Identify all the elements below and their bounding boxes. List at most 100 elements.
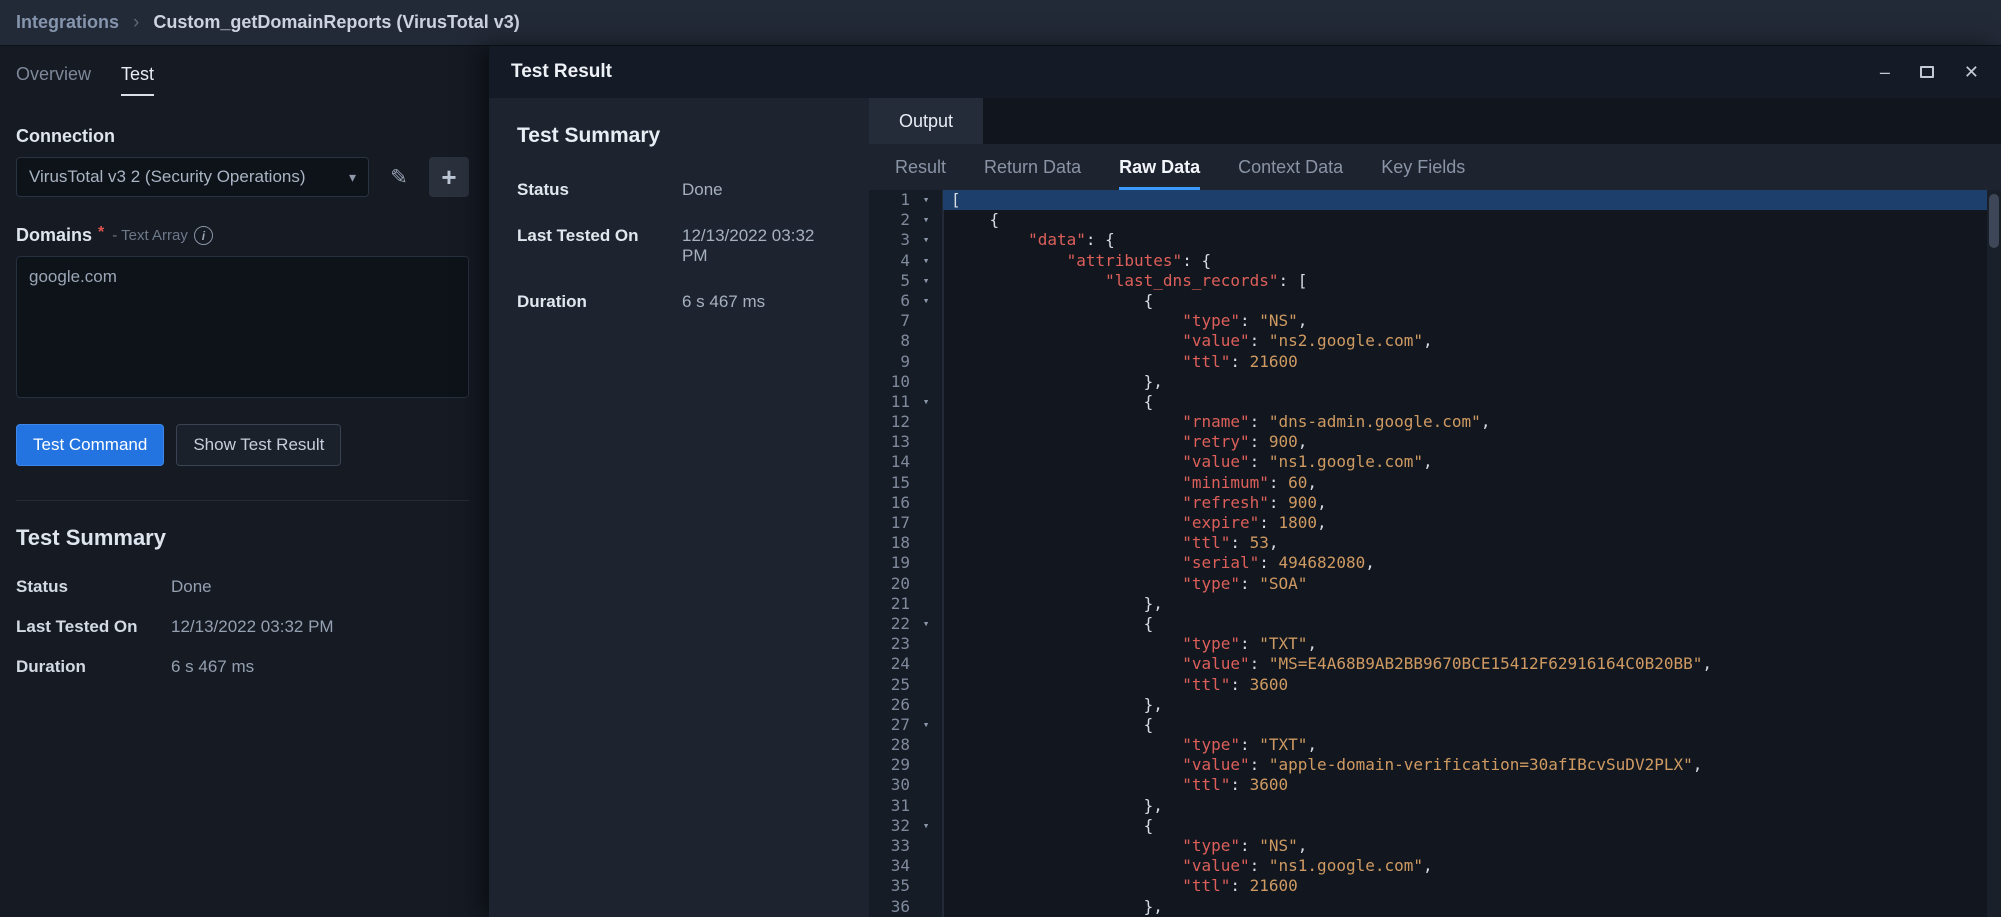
code-line-text[interactable]: }, bbox=[943, 796, 1987, 816]
tab-overview[interactable]: Overview bbox=[16, 64, 91, 96]
maximize-icon[interactable] bbox=[1920, 66, 1934, 78]
code-line[interactable]: 13 "retry": 900, bbox=[869, 432, 1987, 452]
tab-test[interactable]: Test bbox=[121, 64, 154, 96]
code-line[interactable]: 15 "minimum": 60, bbox=[869, 473, 1987, 493]
fold-caret-icon[interactable]: ▾ bbox=[915, 614, 937, 634]
code-line-text[interactable]: "refresh": 900, bbox=[943, 493, 1987, 513]
code-line-text[interactable]: "data": { bbox=[943, 230, 1987, 250]
code-line[interactable]: 11▾ { bbox=[869, 392, 1987, 412]
code-line-text[interactable]: { bbox=[943, 816, 1987, 836]
code-line[interactable]: 27▾ { bbox=[869, 715, 1987, 735]
fold-caret-icon[interactable]: ▾ bbox=[915, 715, 937, 735]
fold-caret-icon[interactable]: ▾ bbox=[915, 210, 937, 230]
code-line-text[interactable]: { bbox=[943, 392, 1987, 412]
code-line[interactable]: 30 "ttl": 3600 bbox=[869, 775, 1987, 795]
code-line-text[interactable]: { bbox=[943, 210, 1987, 230]
code-line[interactable]: 31 }, bbox=[869, 796, 1987, 816]
vertical-scrollbar[interactable] bbox=[1987, 190, 2001, 917]
code-line-text[interactable]: "value": "MS=E4A68B9AB2BB9670BCE15412F62… bbox=[943, 654, 1987, 674]
code-line[interactable]: 1▾[ bbox=[869, 190, 1987, 210]
code-line[interactable]: 24 "value": "MS=E4A68B9AB2BB9670BCE15412… bbox=[869, 654, 1987, 674]
subtab-return-data[interactable]: Return Data bbox=[984, 144, 1081, 190]
code-line-text[interactable]: "ttl": 3600 bbox=[943, 675, 1987, 695]
breadcrumb-integrations-link[interactable]: Integrations bbox=[16, 12, 119, 33]
code-line-text[interactable]: }, bbox=[943, 594, 1987, 614]
code-line[interactable]: 21 }, bbox=[869, 594, 1987, 614]
fold-caret-icon[interactable]: ▾ bbox=[915, 816, 937, 836]
code-line[interactable]: 25 "ttl": 3600 bbox=[869, 675, 1987, 695]
code-line-text[interactable]: { bbox=[943, 614, 1987, 634]
add-connection-button[interactable]: + bbox=[429, 157, 469, 197]
code-line-text[interactable]: "type": "NS", bbox=[943, 311, 1987, 331]
code-line[interactable]: 36 }, bbox=[869, 897, 1987, 917]
minimize-icon[interactable]: – bbox=[1880, 63, 1890, 81]
raw-data-code-editor[interactable]: 1▾[2▾ {3▾ "data": {4▾ "attributes": {5▾ … bbox=[869, 190, 2001, 917]
fold-caret-icon[interactable]: ▾ bbox=[915, 230, 937, 250]
code-line-text[interactable]: "value": "ns1.google.com", bbox=[943, 856, 1987, 876]
code-line[interactable]: 14 "value": "ns1.google.com", bbox=[869, 452, 1987, 472]
code-line[interactable]: 9 "ttl": 21600 bbox=[869, 352, 1987, 372]
code-line-text[interactable]: "value": "ns2.google.com", bbox=[943, 331, 1987, 351]
code-line[interactable]: 28 "type": "TXT", bbox=[869, 735, 1987, 755]
code-line-text[interactable]: "attributes": { bbox=[943, 251, 1987, 271]
info-icon[interactable]: i bbox=[194, 226, 213, 245]
code-line[interactable]: 6▾ { bbox=[869, 291, 1987, 311]
code-line[interactable]: 2▾ { bbox=[869, 210, 1987, 230]
code-line[interactable]: 3▾ "data": { bbox=[869, 230, 1987, 250]
fold-caret-icon[interactable]: ▾ bbox=[915, 271, 937, 291]
subtab-context-data[interactable]: Context Data bbox=[1238, 144, 1343, 190]
code-line[interactable]: 18 "ttl": 53, bbox=[869, 533, 1987, 553]
subtab-key-fields[interactable]: Key Fields bbox=[1381, 144, 1465, 190]
code-line-text[interactable]: { bbox=[943, 715, 1987, 735]
connection-select[interactable]: VirusTotal v3 2 (Security Operations) ▾ bbox=[16, 157, 369, 197]
code-line-text[interactable]: "value": "ns1.google.com", bbox=[943, 452, 1987, 472]
fold-caret-icon[interactable]: ▾ bbox=[915, 392, 937, 412]
code-line-text[interactable]: "ttl": 53, bbox=[943, 533, 1987, 553]
test-command-button[interactable]: Test Command bbox=[16, 424, 164, 466]
scrollbar-thumb[interactable] bbox=[1989, 194, 1999, 248]
code-line[interactable]: 7 "type": "NS", bbox=[869, 311, 1987, 331]
code-line[interactable]: 34 "value": "ns1.google.com", bbox=[869, 856, 1987, 876]
code-line-text[interactable]: "serial": 494682080, bbox=[943, 553, 1987, 573]
code-line-text[interactable]: "ttl": 21600 bbox=[943, 876, 1987, 896]
close-icon[interactable]: ✕ bbox=[1964, 63, 1979, 81]
code-line-text[interactable]: "value": "apple-domain-verification=30af… bbox=[943, 755, 1987, 775]
code-line-text[interactable]: "type": "NS", bbox=[943, 836, 1987, 856]
code-line-text[interactable]: "rname": "dns-admin.google.com", bbox=[943, 412, 1987, 432]
code-line-text[interactable]: "ttl": 21600 bbox=[943, 352, 1987, 372]
code-line[interactable]: 26 }, bbox=[869, 695, 1987, 715]
code-line[interactable]: 16 "refresh": 900, bbox=[869, 493, 1987, 513]
code-line[interactable]: 23 "type": "TXT", bbox=[869, 634, 1987, 654]
fold-caret-icon[interactable]: ▾ bbox=[915, 190, 937, 210]
code-line-text[interactable]: "expire": 1800, bbox=[943, 513, 1987, 533]
code-line[interactable]: 32▾ { bbox=[869, 816, 1987, 836]
fold-caret-icon[interactable]: ▾ bbox=[915, 251, 937, 271]
code-line-text[interactable]: "type": "TXT", bbox=[943, 634, 1987, 654]
code-line-text[interactable]: "ttl": 3600 bbox=[943, 775, 1987, 795]
fold-caret-icon[interactable]: ▾ bbox=[915, 291, 937, 311]
domains-input[interactable]: google.com bbox=[16, 256, 469, 398]
code-line[interactable]: 20 "type": "SOA" bbox=[869, 574, 1987, 594]
code-line-text[interactable]: { bbox=[943, 291, 1987, 311]
code-line[interactable]: 10 }, bbox=[869, 372, 1987, 392]
code-line[interactable]: 35 "ttl": 21600 bbox=[869, 876, 1987, 896]
code-line[interactable]: 5▾ "last_dns_records": [ bbox=[869, 271, 1987, 291]
code-line-text[interactable]: }, bbox=[943, 897, 1987, 917]
code-line[interactable]: 12 "rname": "dns-admin.google.com", bbox=[869, 412, 1987, 432]
code-line[interactable]: 8 "value": "ns2.google.com", bbox=[869, 331, 1987, 351]
subtab-result[interactable]: Result bbox=[895, 144, 946, 190]
show-test-result-button[interactable]: Show Test Result bbox=[176, 424, 341, 466]
code-line[interactable]: 19 "serial": 494682080, bbox=[869, 553, 1987, 573]
code-line[interactable]: 33 "type": "NS", bbox=[869, 836, 1987, 856]
code-line-text[interactable]: "minimum": 60, bbox=[943, 473, 1987, 493]
subtab-raw-data[interactable]: Raw Data bbox=[1119, 144, 1200, 190]
code-line-text[interactable]: "retry": 900, bbox=[943, 432, 1987, 452]
code-line-text[interactable]: [ bbox=[943, 190, 1987, 210]
code-line-text[interactable]: }, bbox=[943, 695, 1987, 715]
edit-connection-button[interactable]: ✎ bbox=[379, 157, 419, 197]
tab-output[interactable]: Output bbox=[869, 98, 983, 144]
code-line[interactable]: 17 "expire": 1800, bbox=[869, 513, 1987, 533]
code-line-text[interactable]: "type": "TXT", bbox=[943, 735, 1987, 755]
code-line[interactable]: 4▾ "attributes": { bbox=[869, 251, 1987, 271]
code-line-text[interactable]: }, bbox=[943, 372, 1987, 392]
